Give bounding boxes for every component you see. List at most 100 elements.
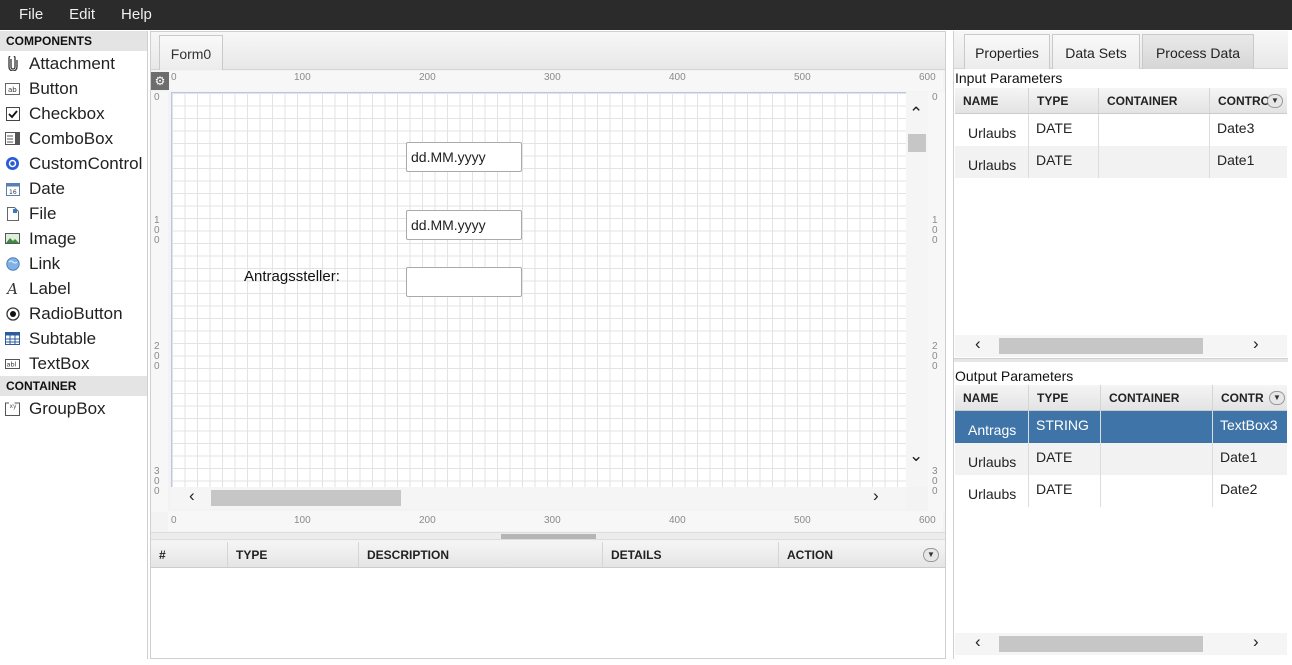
table-row[interactable]: Urlaubs DATE Date1 — [955, 146, 1287, 178]
panel-splitter[interactable] — [151, 532, 945, 540]
groupbox-icon: xy — [5, 401, 20, 416]
scroll-up-icon[interactable]: ⌃ — [909, 104, 923, 124]
right-panel: Properties Data Sets Process Data Input … — [953, 31, 1288, 659]
scroll-left-icon[interactable]: ‹ — [975, 334, 981, 354]
table-row-selected[interactable]: Antrags STRING TextBox3 — [955, 411, 1287, 443]
col-name[interactable]: NAME — [955, 88, 1029, 113]
col-details[interactable]: DETAILS — [603, 542, 779, 567]
menu-bar: File Edit Help — [0, 0, 1292, 30]
output-parameters-table: NAME TYPE CONTAINER CONTR ▼ Antrags STRI… — [955, 385, 1287, 507]
ruler-right: 0 100 200 300 — [928, 92, 945, 512]
svg-text:ab: ab — [8, 86, 17, 94]
horizontal-scroll-thumb[interactable] — [999, 636, 1203, 652]
tab-form0[interactable]: Form0 — [159, 35, 223, 70]
input-parameters-title: Input Parameters — [955, 70, 1063, 86]
editor-tab-bar: Form0 — [151, 32, 945, 70]
component-combobox[interactable]: ComboBox — [0, 126, 147, 151]
paperclip-icon — [5, 56, 20, 71]
component-link[interactable]: Link — [0, 251, 147, 276]
combobox-icon — [5, 131, 20, 146]
component-file[interactable]: File — [0, 201, 147, 226]
messages-header: # TYPE DESCRIPTION DETAILS ACTION ▼ — [151, 542, 945, 568]
section-divider[interactable] — [954, 358, 1288, 362]
canvas-horizontal-scrollbar[interactable]: ‹ › — [171, 486, 906, 509]
table-icon — [5, 331, 20, 346]
form-editor: Form0 0 100 200 300 400 500 600 0 100 20… — [150, 31, 946, 659]
checkbox-icon — [5, 106, 20, 121]
output-horizontal-scrollbar[interactable]: ‹ › — [955, 632, 1287, 655]
splitter-grip[interactable] — [501, 534, 596, 539]
label-icon: A — [7, 279, 18, 298]
menu-help[interactable]: Help — [108, 0, 165, 30]
component-radiobutton[interactable]: RadioButton — [0, 301, 147, 326]
horizontal-scroll-thumb[interactable] — [211, 490, 401, 506]
component-groupbox[interactable]: xy GroupBox — [0, 396, 147, 421]
component-customcontrol[interactable]: CustomControl — [0, 151, 147, 176]
date-field-1[interactable]: dd.MM.yyyy — [406, 142, 522, 172]
scroll-right-icon[interactable]: › — [1253, 334, 1259, 354]
messages-table: # TYPE DESCRIPTION DETAILS ACTION ▼ — [151, 542, 945, 658]
column-menu-icon[interactable]: ▼ — [1269, 391, 1285, 405]
col-container[interactable]: CONTAINER — [1099, 88, 1210, 113]
vertical-scroll-thumb[interactable] — [908, 134, 926, 152]
right-tab-bar: Properties Data Sets Process Data — [954, 31, 1288, 69]
svg-text:16: 16 — [9, 189, 17, 196]
components-panel: COMPONENTS Attachment ab Button Checkbox… — [0, 31, 148, 659]
date-field-2[interactable]: dd.MM.yyyy — [406, 210, 522, 240]
textbox-icon: abl — [5, 356, 20, 371]
col-control[interactable]: CONTR ▼ — [1213, 385, 1287, 410]
image-icon — [5, 231, 20, 246]
scroll-down-icon[interactable]: ⌄ — [909, 446, 923, 466]
button-icon: ab — [5, 81, 20, 96]
components-header: COMPONENTS — [0, 31, 147, 51]
table-row[interactable]: Urlaubs DATE Date2 — [955, 475, 1287, 507]
component-attachment[interactable]: Attachment — [0, 51, 147, 76]
label-antragssteller[interactable]: Antragssteller: — [244, 268, 340, 285]
column-menu-icon[interactable]: ▼ — [923, 548, 939, 562]
input-horizontal-scrollbar[interactable]: ‹ › — [955, 334, 1287, 357]
col-container[interactable]: CONTAINER — [1101, 385, 1213, 410]
menu-edit[interactable]: Edit — [56, 0, 108, 30]
form-canvas[interactable]: dd.MM.yyyy dd.MM.yyyy Antragssteller: — [171, 92, 906, 487]
component-textbox[interactable]: abl TextBox — [0, 351, 147, 376]
tab-data-sets[interactable]: Data Sets — [1052, 34, 1140, 69]
horizontal-scroll-thumb[interactable] — [999, 338, 1203, 354]
scroll-right-icon[interactable]: › — [873, 486, 879, 506]
canvas-vertical-scrollbar[interactable]: ⌃ ⌄ — [906, 92, 928, 487]
scroll-left-icon[interactable]: ‹ — [975, 632, 981, 652]
custom-control-icon — [5, 156, 20, 171]
component-label[interactable]: A Label — [0, 276, 147, 301]
container-header: CONTAINER — [0, 376, 147, 396]
output-table-header: NAME TYPE CONTAINER CONTR ▼ — [955, 385, 1287, 411]
calendar-icon: 16 — [5, 181, 20, 196]
globe-icon — [5, 256, 20, 271]
col-type[interactable]: TYPE — [228, 542, 359, 567]
col-number[interactable]: # — [151, 542, 228, 567]
col-action[interactable]: ACTION ▼ — [779, 542, 945, 567]
wrench-icon[interactable]: ⚙ — [151, 72, 169, 90]
column-menu-icon[interactable]: ▼ — [1267, 94, 1283, 108]
col-type[interactable]: TYPE — [1029, 385, 1101, 410]
scroll-left-icon[interactable]: ‹ — [189, 486, 195, 506]
file-icon — [5, 206, 20, 221]
ruler-top: 0 100 200 300 400 500 600 — [168, 71, 943, 91]
col-control[interactable]: CONTRO ▼ — [1210, 88, 1287, 113]
component-date[interactable]: 16 Date — [0, 176, 147, 201]
tab-process-data[interactable]: Process Data — [1142, 34, 1254, 69]
component-image[interactable]: Image — [0, 226, 147, 251]
component-subtable[interactable]: Subtable — [0, 326, 147, 351]
menu-file[interactable]: File — [6, 0, 56, 30]
component-checkbox[interactable]: Checkbox — [0, 101, 147, 126]
col-type[interactable]: TYPE — [1029, 88, 1099, 113]
col-description[interactable]: DESCRIPTION — [359, 542, 603, 567]
ruler-bottom: 0 100 200 300 400 500 600 — [168, 511, 943, 531]
table-row[interactable]: Urlaubs DATE Date1 — [955, 443, 1287, 475]
col-name[interactable]: NAME — [955, 385, 1029, 410]
textbox-antragssteller[interactable] — [406, 267, 522, 297]
tab-properties[interactable]: Properties — [964, 34, 1050, 69]
scroll-right-icon[interactable]: › — [1253, 632, 1259, 652]
radio-icon — [5, 306, 20, 321]
input-parameters-table: NAME TYPE CONTAINER CONTRO ▼ Urlaubs DAT… — [955, 88, 1287, 178]
component-button[interactable]: ab Button — [0, 76, 147, 101]
table-row[interactable]: Urlaubs DATE Date3 — [955, 114, 1287, 146]
